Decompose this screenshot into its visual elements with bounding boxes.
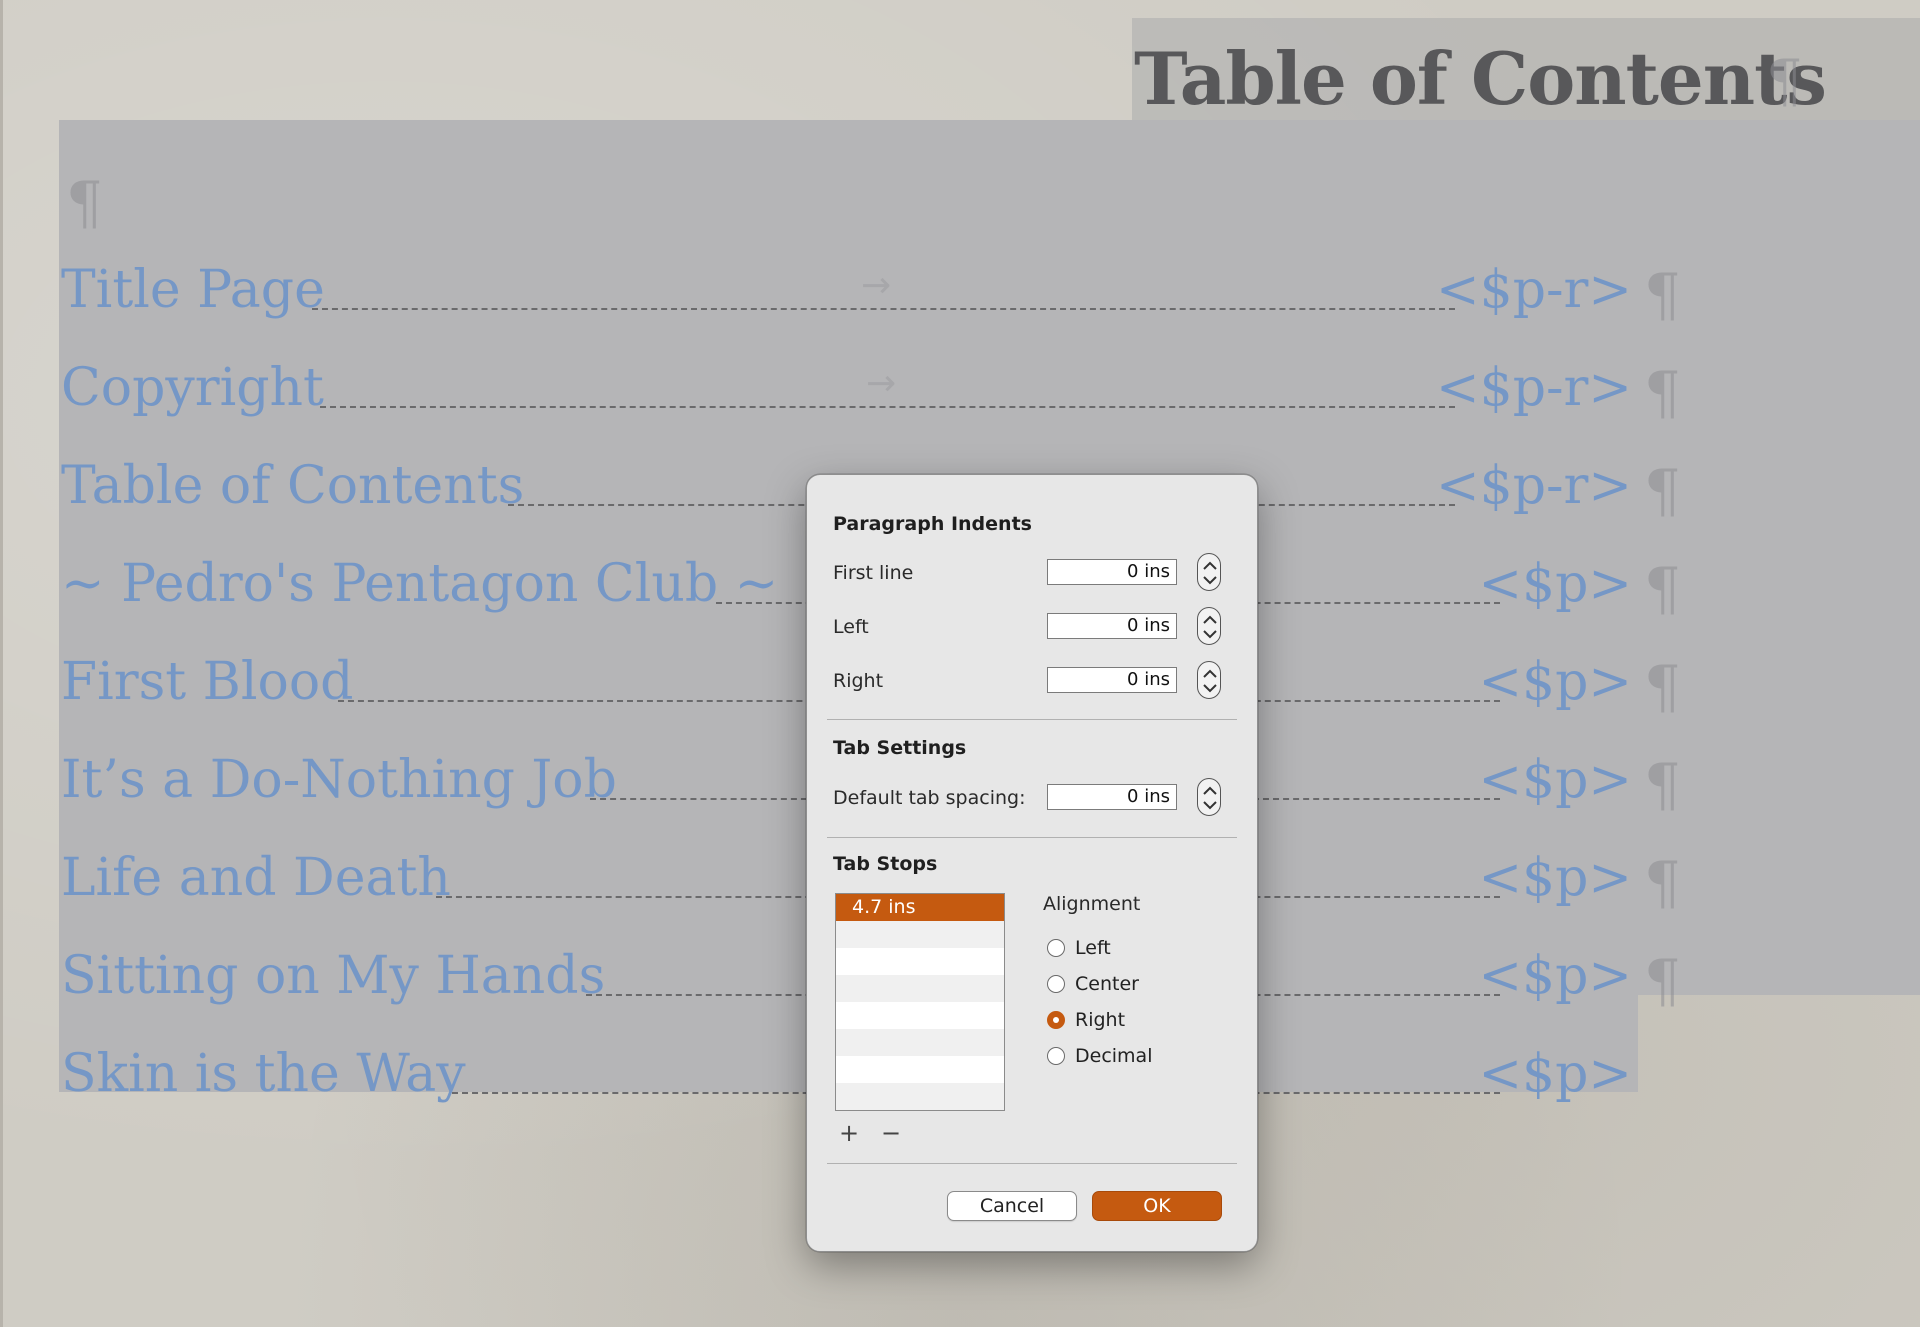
toc-entry-page-field: <$p> [1478, 946, 1632, 1006]
pilcrow-mark: ¶ [1644, 751, 1681, 819]
tab-arrow-icon: → [866, 363, 897, 404]
toc-entry-label: First Blood [61, 652, 354, 712]
radio-label: Decimal [1075, 1045, 1153, 1067]
radio-button[interactable] [1047, 939, 1065, 957]
toc-entry-label: Title Page [61, 260, 325, 320]
stepper-arrows-icon [1203, 669, 1217, 693]
tab-arrow-icon: → [861, 265, 892, 306]
pilcrow-mark: ¶ [1644, 555, 1681, 623]
radio-label: Right [1075, 1009, 1126, 1031]
tab-stop-item[interactable]: 4.7 ins [836, 894, 1004, 921]
pilcrow-mark: ¶ [1644, 457, 1681, 525]
toc-entry-label: Copyright [61, 358, 324, 418]
toc-entry-page-field: <$p> [1478, 750, 1632, 810]
right-indent-label: Right [833, 670, 884, 692]
default-tab-spacing-label: Default tab spacing: [833, 787, 1026, 809]
tab-stop-empty-row [836, 921, 1004, 948]
toc-entry-page-field: <$p> [1478, 554, 1632, 614]
alignment-heading: Alignment [1043, 893, 1141, 915]
radio-button[interactable] [1047, 975, 1065, 993]
toc-entry-label: Table of Contents [61, 456, 525, 516]
pilcrow-mark: ¶ [1644, 359, 1681, 427]
toc-entry-label: Life and Death [61, 848, 451, 908]
toc-entry-page-field: <$p-r> [1436, 358, 1632, 418]
toc-entry-label: It’s a Do-Nothing Job [61, 750, 617, 810]
tab-stop-empty-row [836, 1056, 1004, 1083]
first-line-label: First line [833, 562, 914, 584]
pilcrow-mark: ¶ [1644, 653, 1681, 721]
pilcrow-mark: ¶ [1644, 947, 1681, 1015]
paragraph-tabs-dialog: Paragraph Indents First line 0 ins Left … [806, 474, 1258, 1252]
left-indent-stepper[interactable] [1197, 607, 1221, 645]
stepper-arrows-icon [1203, 615, 1217, 639]
toc-entry[interactable]: Copyright <$p-r> → [61, 334, 1632, 424]
first-line-stepper[interactable] [1197, 553, 1221, 591]
tab-stops-heading: Tab Stops [833, 853, 938, 875]
tab-leader-dots [312, 308, 1455, 310]
section-divider [827, 719, 1237, 720]
cancel-button[interactable]: Cancel [947, 1191, 1077, 1221]
add-tab-stop-button[interactable]: + [839, 1121, 859, 1145]
pilcrow-mark: ¶ [1766, 47, 1803, 115]
remove-tab-stop-button[interactable]: − [881, 1121, 901, 1145]
tab-stop-empty-row [836, 975, 1004, 1002]
right-indent-stepper[interactable] [1197, 661, 1221, 699]
toc-entry-page-field: <$p> [1478, 1044, 1632, 1104]
left-indent-label: Left [833, 616, 869, 638]
default-tab-spacing-stepper[interactable] [1197, 778, 1221, 816]
tab-leader-dots [320, 406, 1455, 408]
first-line-input[interactable]: 0 ins [1047, 559, 1177, 585]
page-left-edge [0, 0, 3, 1327]
stepper-arrows-icon [1203, 786, 1217, 810]
radio-label: Left [1075, 937, 1111, 959]
left-indent-input[interactable]: 0 ins [1047, 613, 1177, 639]
pilcrow-mark: ¶ [1644, 849, 1681, 917]
toc-entry-page-field: <$p> [1478, 848, 1632, 908]
tab-stop-empty-row [836, 948, 1004, 975]
paragraph-indents-heading: Paragraph Indents [833, 513, 1032, 535]
default-tab-spacing-input[interactable]: 0 ins [1047, 784, 1177, 810]
section-divider [827, 1163, 1237, 1164]
toc-heading[interactable]: Table of Contents [1134, 34, 1827, 124]
radio-button[interactable] [1047, 1011, 1065, 1029]
toc-entry-page-field: <$p> [1478, 652, 1632, 712]
toc-entry[interactable]: Title Page <$p-r> → [61, 236, 1632, 326]
right-indent-input[interactable]: 0 ins [1047, 667, 1177, 693]
radio-button[interactable] [1047, 1047, 1065, 1065]
pilcrow-mark: ¶ [66, 169, 103, 237]
toc-entry-page-field: <$p-r> [1436, 260, 1632, 320]
tab-stop-empty-row [836, 1002, 1004, 1029]
tab-stop-empty-row [836, 1029, 1004, 1056]
toc-entry-label: Skin is the Way [61, 1044, 466, 1104]
toc-entry-page-field: <$p-r> [1436, 456, 1632, 516]
pilcrow-mark: ¶ [1644, 261, 1681, 329]
tab-settings-heading: Tab Settings [833, 737, 967, 759]
stepper-arrows-icon [1203, 561, 1217, 585]
ok-button[interactable]: OK [1092, 1191, 1222, 1221]
toc-entry-label: Sitting on My Hands [61, 946, 606, 1006]
tab-stops-list[interactable]: 4.7 ins [835, 893, 1005, 1111]
toc-entry-label: ~ Pedro's Pentagon Club ~ [61, 554, 779, 614]
radio-label: Center [1075, 973, 1139, 995]
tab-stop-empty-row [836, 1083, 1004, 1110]
section-divider [827, 837, 1237, 838]
